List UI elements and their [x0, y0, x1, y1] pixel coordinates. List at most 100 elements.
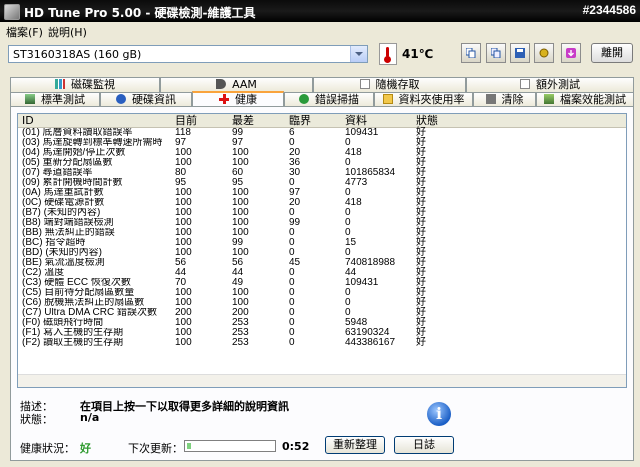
table-row[interactable]: (03) 馬達旋轉到標準轉速所需時… 97 97 0 0 好 — [18, 138, 626, 148]
table-row[interactable]: (B7) (未知的內容) 100 100 0 0 好 — [18, 208, 626, 218]
table-row[interactable]: (0C) 硬碟電源計數 100 100 20 418 好 — [18, 198, 626, 208]
chart-icon — [55, 79, 65, 89]
cell-attribute: (0C) 硬碟電源計數 — [22, 198, 105, 208]
menu-help[interactable]: 說明(H) — [48, 24, 87, 40]
tab-benchmark[interactable]: 標準測試 — [10, 92, 100, 107]
table-row[interactable]: (05) 重新分配扇區數 100 100 36 0 好 — [18, 158, 626, 168]
tab-erase[interactable]: 清除 — [473, 92, 536, 107]
extra-tests-icon — [520, 79, 530, 89]
arrow-down-icon — [566, 48, 576, 58]
horizontal-scrollbar[interactable] — [18, 374, 626, 387]
health-value: 好 — [80, 442, 91, 455]
trash-icon — [485, 94, 496, 104]
error-scan-icon — [299, 94, 309, 104]
menu-file[interactable]: 檔案(F) — [6, 24, 43, 40]
col-header-status[interactable]: 狀態 — [416, 114, 438, 127]
copy-all-icon — [491, 48, 501, 58]
table-row[interactable]: (BE) 氣流溫度檢測 56 56 45 740818988 好 — [18, 258, 626, 268]
smart-table[interactable]: ID 目前 最差 臨界 資料 狀態 (01) 底層資料讀取錯誤率 118 99 6 10… — [17, 113, 627, 388]
copy-all-button[interactable] — [486, 43, 506, 63]
drive-select-value: ST3160318AS (160 gB) — [13, 48, 142, 61]
table-row[interactable]: (C5) 目前待分配扇區數量 100 100 0 0 好 — [18, 288, 626, 298]
description-value: 在項目上按一下以取得更多詳細的說明資訊 — [80, 400, 289, 413]
cell-attribute: (BD) (未知的內容) — [22, 248, 102, 258]
table-row[interactable]: (0A) 馬達重試計數 100 100 97 0 好 — [18, 188, 626, 198]
cell-attribute: (04) 馬達開始/停止次數 — [22, 148, 126, 158]
next-update-progress — [184, 440, 276, 452]
table-row[interactable]: (BC) 指令超時 100 99 0 15 好 — [18, 238, 626, 248]
cell-status: 好 — [416, 337, 426, 348]
refresh-button[interactable]: 重新整理 — [325, 436, 385, 454]
health-cross-icon — [219, 94, 229, 104]
cell-attribute: (01) 底層資料讀取錯誤率 — [22, 128, 133, 138]
table-row[interactable]: (09) 累計開機時間計數 95 95 0 4773 好 — [18, 178, 626, 188]
table-body: (01) 底層資料讀取錯誤率 118 99 6 109431 好 (03) 馬達旋轉到標準轉… — [18, 128, 626, 348]
tab-folder-usage[interactable]: 資料夾使用率 — [374, 92, 473, 107]
toolbar: ST3160318AS (160 gB) 41℃ 離開 — [0, 39, 640, 71]
tabs-bottom: 標準測試 硬碟資訊 健康 錯誤掃描 資料夾使用率 清除 檔案效能測試 — [10, 91, 634, 108]
chevron-down-icon[interactable] — [350, 46, 367, 62]
cell-attribute: (F1) 寫入主機的生存期 — [22, 328, 124, 338]
benchmark-icon — [25, 94, 35, 104]
log-button[interactable]: 日誌 — [394, 436, 454, 454]
table-row[interactable]: (C7) Ultra DMA CRC 錯誤次數 200 200 0 0 好 — [18, 308, 626, 318]
info-icon: i — [427, 402, 451, 426]
table-header: ID 目前 最差 臨界 資料 狀態 — [18, 114, 626, 128]
tab-label: 錯誤掃描 — [315, 93, 359, 106]
save-button[interactable] — [510, 43, 530, 63]
file-benchmark-icon — [544, 94, 554, 104]
tab-label: 清除 — [501, 93, 524, 106]
col-header-threshold[interactable]: 臨界 — [289, 114, 311, 127]
cell-attribute: (C5) 目前待分配扇區數量 — [22, 288, 135, 298]
tab-label: 磁碟監視 — [71, 78, 115, 91]
wrench-icon — [539, 48, 549, 58]
table-row[interactable]: (B8) 端對端錯誤檢測 100 100 99 0 好 — [18, 218, 626, 228]
tab-label: 資料夾使用率 — [398, 93, 465, 106]
tab-disk-info[interactable]: 硬碟資訊 — [100, 92, 192, 107]
table-row[interactable]: (F1) 寫入主機的生存期 100 253 0 63190324 好 — [18, 328, 626, 338]
cell-attribute: (0A) 馬達重試計數 — [22, 188, 104, 198]
menu-bar: 檔案(F) 說明(H) — [0, 22, 640, 40]
download-button[interactable] — [561, 43, 581, 63]
options-button[interactable] — [534, 43, 554, 63]
table-row[interactable]: (01) 底層資料讀取錯誤率 118 99 6 109431 好 — [18, 128, 626, 138]
table-row[interactable]: (F0) 磁頭飛行時間 100 253 0 5948 好 — [18, 318, 626, 328]
thermometer-icon — [379, 43, 397, 65]
health-label: 健康狀況： — [20, 442, 75, 455]
cell-attribute: (C7) Ultra DMA CRC 錯誤次數 — [22, 308, 158, 318]
table-row[interactable]: (C6) 脫機無法糾正的扇區數 100 100 0 0 好 — [18, 298, 626, 308]
tab-file-benchmark[interactable]: 檔案效能測試 — [536, 92, 634, 107]
cell-attribute: (BB) 無法糾正的錯誤 — [22, 228, 115, 238]
table-row[interactable]: (BD) (未知的內容) 100 100 0 0 好 — [18, 248, 626, 258]
col-header-id[interactable]: ID — [22, 114, 34, 127]
cell-threshold: 0 — [289, 337, 295, 348]
col-header-current[interactable]: 目前 — [175, 114, 197, 127]
drive-select[interactable]: ST3160318AS (160 gB) — [8, 45, 368, 63]
next-update-label: 下次更新： — [128, 442, 183, 455]
col-header-worst[interactable]: 最差 — [232, 114, 254, 127]
scatter-icon — [359, 79, 370, 89]
table-row[interactable]: (04) 馬達開始/停止次數 100 100 20 418 好 — [18, 148, 626, 158]
tab-error-scan[interactable]: 錯誤掃描 — [284, 92, 374, 107]
tab-random-access[interactable]: 隨機存取 — [313, 77, 466, 92]
tab-disk-monitor[interactable]: 磁碟監視 — [10, 77, 160, 92]
cell-attribute: (F2) 讀取主機的生存期 — [22, 338, 124, 348]
exit-button[interactable]: 離開 — [591, 43, 633, 63]
copy-info-button[interactable] — [461, 43, 481, 63]
tab-extra-tests[interactable]: 額外測試 — [466, 77, 634, 92]
cell-attribute: (B7) (未知的內容) — [22, 208, 101, 218]
table-row[interactable]: (C3) 硬體 ECC 恢復次數 70 49 0 109431 好 — [18, 278, 626, 288]
temperature-value: 41℃ — [402, 47, 434, 61]
cell-attribute: (C6) 脫機無法糾正的扇區數 — [22, 298, 145, 308]
tab-label: AAM — [232, 78, 257, 91]
tab-label: 隨機存取 — [375, 78, 420, 91]
cell-attribute: (09) 累計開機時間計數 — [22, 178, 123, 188]
table-row[interactable]: (07) 尋道錯誤率 80 60 30 101865834 好 — [18, 168, 626, 178]
status-value: n/a — [80, 411, 100, 424]
table-row[interactable]: (BB) 無法糾正的錯誤 100 100 0 0 好 — [18, 228, 626, 238]
col-header-data[interactable]: 資料 — [345, 114, 367, 127]
tab-aam[interactable]: AAM — [160, 77, 313, 92]
table-row[interactable]: (C2) 溫度 44 44 0 44 好 — [18, 268, 626, 278]
app-icon — [4, 4, 20, 20]
table-row[interactable]: (F2) 讀取主機的生存期 100 253 0 443386167 好 — [18, 338, 626, 348]
